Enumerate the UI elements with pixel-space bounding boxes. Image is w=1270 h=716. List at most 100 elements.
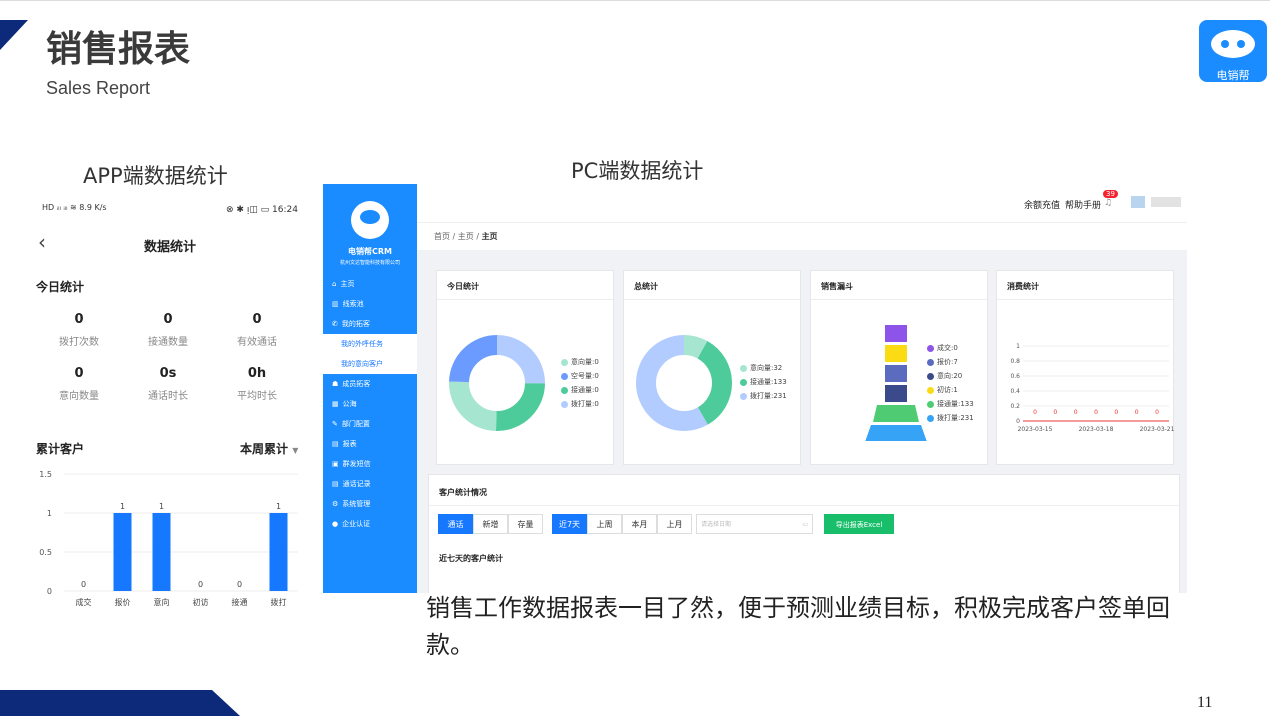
sidebar-item[interactable]: ▣ 群发短信 <box>323 454 417 474</box>
recharge-link[interactable]: 余额充值 <box>1024 198 1060 211</box>
sidebar-item[interactable]: ▤ 报表 <box>323 434 417 454</box>
brand-logo: 电销帮 <box>1199 20 1267 82</box>
status-bar-left: HD ᵢₗₗ ᵢₗₗ ≋ 8.9 K/s <box>42 203 107 212</box>
card-title: 今日统计 <box>447 282 479 291</box>
cost-stats-card: 消费统计 0 0.2 0.4 0.6 0.8 1 0 0 0 0 0 0 0 2023-03-15 2023… <box>996 270 1175 465</box>
y-tick-label: 0.6 <box>1010 373 1020 380</box>
pc-screen: 电销帮CRM 杭州文达智能科技有限公司 ⌂ 主页 ▥ 线索池 ✆ 我的拓客 我的外呼任务 我的… <box>323 184 1187 593</box>
breadcrumb: 首页 / 主页 / 主页 <box>417 222 1187 250</box>
menu-icon: ▦ <box>332 400 339 408</box>
data-label: 0 <box>198 580 203 589</box>
menu-icon: ☗ <box>332 380 339 388</box>
period-tab[interactable]: 上周 <box>587 514 622 534</box>
range-select[interactable]: 本周累计 ▼ <box>240 440 298 457</box>
phone-screen: HD ᵢₗₗ ᵢₗₗ ≋ 8.9 K/s ⊗ ✱ ᴉ◫ ▭ 16:24 ‹ 数据… <box>34 196 306 616</box>
type-tab[interactable]: 存量 <box>508 514 543 534</box>
stat-label: 平均时长 <box>237 391 277 402</box>
period-tab[interactable]: 近7天 <box>552 514 587 534</box>
slide-subtitle: Sales Report <box>46 78 151 98</box>
menu-label: 通话记录 <box>342 480 371 488</box>
y-tick-label: 0.2 <box>1010 403 1020 410</box>
status-bar-right: ⊗ ✱ ᴉ◫ ▭ 16:24 <box>226 205 298 215</box>
total-legend: 意向量:32 接通量:133 拨打量:231 <box>740 361 787 403</box>
sidebar-item[interactable]: 我的意向客户 <box>323 354 417 374</box>
calendar-icon: ▭ <box>802 521 808 528</box>
stat-label: 意向数量 <box>59 391 99 402</box>
point-label: 0 <box>1114 409 1118 416</box>
sidebar-item[interactable]: 我的外呼任务 <box>323 334 417 354</box>
sales-funnel-card: 销售漏斗 成交:0 报价:7 意向:20 初访:1 接通量:133 拨打量:23… <box>810 270 988 465</box>
brand-name: 电销帮CRM <box>348 247 392 256</box>
robot-icon <box>351 201 389 239</box>
stat-label: 拨打次数 <box>59 337 99 348</box>
breadcrumb-current: 主页 <box>481 232 498 241</box>
stat-item: 0 有效通话 <box>212 312 302 348</box>
menu-label: 企业认证 <box>342 520 371 528</box>
point-label: 0 <box>1033 409 1037 416</box>
stat-label: 接通数量 <box>148 337 188 348</box>
stat-item: 0 拨打次数 <box>34 312 124 348</box>
x-tick-label: 2023-03-21 <box>1140 426 1175 433</box>
sidebar-item[interactable]: ✆ 我的拓客 <box>323 314 417 334</box>
menu-label: 我的拓客 <box>341 320 370 328</box>
today-stats-title: 今日统计 <box>36 280 85 294</box>
manual-link[interactable]: 帮助手册 <box>1065 198 1101 211</box>
avatar[interactable] <box>1131 196 1145 208</box>
corner-decoration <box>0 20 28 50</box>
card-title: 销售漏斗 <box>821 282 853 291</box>
sidebar-item[interactable]: ☗ 成员拓客 <box>323 374 417 394</box>
today-donut <box>449 335 545 431</box>
sidebar-item[interactable]: ▤ 通话记录 <box>323 474 417 494</box>
company-name: 杭州文达智能科技有限公司 <box>339 260 400 266</box>
y-tick-label: 1.5 <box>39 470 52 479</box>
page-number: 11 <box>1197 694 1213 711</box>
sidebar-item[interactable]: ▦ 公海 <box>323 394 417 414</box>
sidebar-item[interactable]: ⌂ 主页 <box>323 274 417 294</box>
bar <box>152 513 171 591</box>
stat-item: 0 意向数量 <box>34 366 124 402</box>
y-tick-label: 0 <box>1016 418 1020 425</box>
y-tick-label: 1 <box>1016 343 1020 350</box>
type-tab[interactable]: 新增 <box>473 514 508 534</box>
sidebar-item[interactable]: ● 企业认证 <box>323 514 417 534</box>
top-bar: 余额充值 帮助手册 ♫ 39 <box>417 184 1187 222</box>
data-label: 1 <box>120 502 125 511</box>
cumulative-title: 累计客户 <box>36 442 85 456</box>
menu-label: 报表 <box>342 440 357 448</box>
point-label: 0 <box>1135 409 1139 416</box>
menu-icon: ▤ <box>332 440 339 448</box>
breadcrumb-main[interactable]: 主页 <box>458 232 474 241</box>
point-label: 0 <box>1053 409 1057 416</box>
breadcrumb-home[interactable]: 首页 <box>434 232 450 241</box>
user-name[interactable] <box>1151 197 1181 207</box>
bell-icon[interactable]: ♫ <box>1104 198 1112 208</box>
point-label: 0 <box>1074 409 1078 416</box>
point-label: 0 <box>1155 409 1159 416</box>
today-stats-card: 今日统计 意向量:0 空号量:0 接通量:0 拨打量:0 <box>436 270 614 465</box>
card-title: 总统计 <box>634 282 658 291</box>
x-tick-label: 接通 <box>232 597 248 607</box>
date-picker[interactable]: 请选择日期 ▭ <box>696 514 813 534</box>
menu-label: 系统管理 <box>342 500 371 508</box>
x-tick-label: 初访 <box>193 597 209 607</box>
sidebar-item[interactable]: ✎ 部门配置 <box>323 414 417 434</box>
notification-badge: 39 <box>1103 190 1118 198</box>
stat-value: 0 <box>74 312 84 327</box>
type-tab[interactable]: 通话 <box>438 514 473 534</box>
export-excel-button[interactable]: 导出报表Excel <box>824 514 894 534</box>
x-tick-label: 成交 <box>76 597 92 607</box>
stat-value: 0 <box>74 366 84 381</box>
y-tick-label: 0 <box>47 587 52 596</box>
menu-icon: ▥ <box>332 300 339 308</box>
sidebar-item[interactable]: ▥ 线索池 <box>323 294 417 314</box>
y-tick-label: 0.8 <box>1010 358 1020 365</box>
stat-label: 通话时长 <box>148 391 188 402</box>
page-title: 数据统计 <box>143 240 196 255</box>
sidebar: 电销帮CRM 杭州文达智能科技有限公司 ⌂ 主页 ▥ 线索池 ✆ 我的拓客 我的外呼任务 我的… <box>323 184 417 593</box>
period-tab[interactable]: 本月 <box>622 514 657 534</box>
sidebar-item[interactable]: ⚙ 系统管理 <box>323 494 417 514</box>
cost-line-chart: 00.20.40.60.810 0 0 0 0 0 02023-03-15 2023-03-1… <box>1010 343 1175 433</box>
menu-label: 群发短信 <box>342 460 371 468</box>
panel-title: 客户统计情况 <box>439 488 487 497</box>
period-tab[interactable]: 上月 <box>657 514 692 534</box>
